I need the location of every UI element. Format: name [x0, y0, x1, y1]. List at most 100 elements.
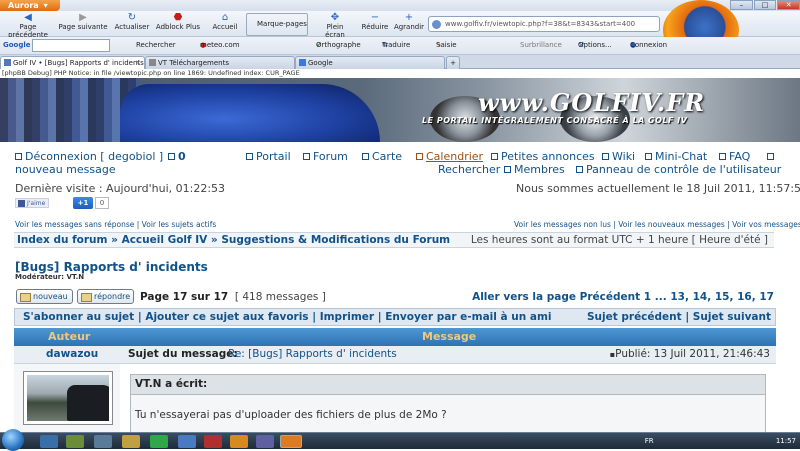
- minimize-button[interactable]: –: [730, 0, 753, 10]
- site-banner: www.GOLFIV.FR LE PORTAIL INTÉGRALEMENT C…: [0, 78, 800, 142]
- nav-petites-annonces[interactable]: Petites annonces: [491, 150, 595, 163]
- fullscreen-icon: ✥: [330, 12, 340, 23]
- back-arrow-icon: ◀: [24, 12, 32, 23]
- new-topic-button[interactable]: nouveau: [16, 289, 73, 304]
- back-button[interactable]: ◀ Page précédente: [2, 12, 54, 40]
- facebook-like-button[interactable]: J'aime: [15, 198, 49, 208]
- quote-block: VT.N a écrit: Tu n'essayerai pas d'uploa…: [130, 374, 766, 434]
- reply-button[interactable]: répondre: [77, 289, 134, 304]
- tab-golfiv[interactable]: Golf IV • [Bugs] Rapports d' incidents .…: [0, 56, 145, 69]
- nav-carte[interactable]: Carte: [362, 150, 402, 163]
- taskbar-firefox-icon[interactable]: [280, 435, 302, 448]
- subject-label: Sujet du message:: [128, 348, 238, 360]
- nav-portail[interactable]: Portail: [246, 150, 291, 163]
- maximize-window-button[interactable]: + Agrandir: [392, 13, 426, 36]
- last-visit: Dernière visite : Aujourd'hui, 01:22:53: [15, 182, 226, 195]
- nav-membres[interactable]: Membres: [504, 163, 565, 176]
- home-icon: ⌂: [221, 12, 229, 23]
- posts-table-header: Auteur Message: [14, 328, 776, 346]
- current-time: Nous sommes actuellement le 18 Juil 2011…: [516, 182, 800, 195]
- taskbar-whatsapp-icon[interactable]: [150, 435, 168, 448]
- rechercher-button[interactable]: Rechercher: [136, 37, 176, 54]
- taskbar-media-icon[interactable]: [204, 435, 222, 448]
- tab-telechargements[interactable]: VT Téléchargements: [145, 56, 295, 69]
- clock[interactable]: 11:57: [776, 437, 796, 445]
- post-author[interactable]: dawazou: [46, 346, 98, 363]
- author-avatar[interactable]: [24, 372, 112, 424]
- bookmarks-button[interactable]: Marque-pages ▾: [246, 13, 308, 48]
- tab-bar: Golf IV • [Bugs] Rapports d' incidents .…: [0, 55, 800, 69]
- topic-actions-right[interactable]: Sujet précédent | Sujet suivant: [587, 309, 771, 325]
- close-button[interactable]: ✕: [777, 0, 800, 10]
- post-header-row: dawazou Sujet du message: Re: [Bugs] Rap…: [14, 346, 776, 364]
- plus-one-count: 0: [95, 197, 109, 209]
- windows-taskbar: FR 11:57: [0, 429, 800, 451]
- nav-calendrier[interactable]: Calendrier: [416, 150, 483, 163]
- pagination[interactable]: Aller vers la page Précédent 1 ... 13, 1…: [472, 291, 774, 303]
- new-tab-button[interactable]: +: [446, 56, 460, 69]
- fullscreen-button[interactable]: ✥ Plein écran: [316, 12, 354, 40]
- nav-panneau-controle[interactable]: Panneau de contrôle de l'utilisateur: [576, 163, 781, 176]
- reload-button[interactable]: ↻ Actualiser: [113, 13, 151, 36]
- breadcrumb-path[interactable]: Index du forum » Accueil Golf IV » Sugge…: [17, 234, 450, 246]
- close-tab-icon[interactable]: ✕: [135, 57, 141, 69]
- tab-google[interactable]: Google: [295, 56, 445, 69]
- php-debug-notice: [phpBB Debug] PHP Notice: in file /viewt…: [0, 69, 800, 78]
- nav-forum[interactable]: Forum: [303, 150, 348, 163]
- author-panel: [14, 364, 120, 432]
- pm-count[interactable]: 0: [168, 150, 186, 163]
- faq-icon: [719, 153, 726, 160]
- taskbar-ie-icon[interactable]: [40, 435, 58, 448]
- taskbar-user-icon[interactable]: [178, 435, 196, 448]
- google-search-input[interactable]: [32, 39, 110, 52]
- vt-tab-icon: [149, 59, 156, 66]
- forum-content: Déconnexion [ degobiol ] 0 nouveau messa…: [0, 142, 800, 434]
- home-button[interactable]: ⌂ Accueil: [208, 13, 242, 36]
- adblock-button[interactable]: ⬣ Adblock Plus: [155, 13, 201, 36]
- plus-icon: +: [404, 12, 414, 23]
- google-logo: Google: [3, 41, 31, 49]
- chat-icon: [645, 153, 652, 160]
- col-message: Message: [422, 330, 477, 343]
- nav-minichat[interactable]: Mini-Chat: [645, 150, 707, 163]
- site-slogan: LE PORTAIL INTÉGRALEMENT CONSACRÉ À LA G…: [422, 116, 688, 125]
- taskbar-app-icon[interactable]: [230, 435, 248, 448]
- logout-link[interactable]: Déconnexion [ degobiol ]: [15, 150, 163, 163]
- url-bar[interactable]: www.golfiv.fr/viewtopic.php?f=38&t=8343&…: [428, 16, 660, 32]
- aurora-menu-button[interactable]: Aurora: [0, 0, 60, 11]
- start-button[interactable]: [2, 429, 24, 451]
- system-tray: FR 11:57: [645, 433, 796, 450]
- site-favicon-icon: [432, 20, 441, 29]
- taskbar-network-icon[interactable]: [94, 435, 112, 448]
- minimize-window-button[interactable]: − Réduire: [358, 13, 392, 36]
- topic-actions-left[interactable]: S'abonner au sujet | Ajouter ce sujet au…: [23, 311, 552, 323]
- quote-header: VT.N a écrit:: [131, 375, 765, 395]
- banner-car-image: [120, 84, 380, 142]
- adblock-icon: ⬣: [173, 12, 183, 23]
- post-subject[interactable]: Re: [Bugs] Rapports d' incidents: [228, 346, 397, 363]
- maximize-button[interactable]: □: [753, 0, 777, 10]
- post-body: VT.N a écrit: Tu n'essayerai pas d'uploa…: [120, 364, 776, 434]
- links-right[interactable]: Voir les messages non lus | Voir les nou…: [514, 220, 800, 229]
- nav-faq[interactable]: FAQ: [719, 150, 750, 163]
- site-logo[interactable]: www.GOLFIV.FR: [478, 88, 705, 117]
- google-toolbar: Google Rechercher ● meteo.com : Prévisio…: [0, 37, 800, 100]
- page-info: Page 17 sur 17 [ 418 messages ]: [140, 291, 326, 303]
- forum-icon: [303, 153, 310, 160]
- taskbar-shield-icon[interactable]: [66, 435, 84, 448]
- taskbar-app2-icon[interactable]: [256, 435, 274, 448]
- taskbar-folder-icon[interactable]: [122, 435, 140, 448]
- breadcrumb: Index du forum » Accueil Golf IV » Sugge…: [14, 232, 774, 248]
- nav-rechercher[interactable]: Rechercher: [438, 163, 500, 176]
- language-indicator[interactable]: FR: [645, 437, 654, 445]
- calendar-icon: [416, 153, 423, 160]
- forward-button[interactable]: ▶ Page suivante: [56, 13, 110, 36]
- new-message-link[interactable]: nouveau message: [15, 163, 116, 176]
- logout-icon: [15, 153, 22, 160]
- reload-icon: ↻: [127, 12, 137, 23]
- surbrillance-button[interactable]: Surbrillance: [520, 37, 562, 54]
- nav-wiki[interactable]: Wiki: [602, 150, 635, 163]
- google-plus-one-button[interactable]: +1: [73, 197, 93, 209]
- links-left[interactable]: Voir les messages sans réponse | Voir le…: [15, 220, 216, 229]
- topic-title[interactable]: [Bugs] Rapports d' incidents: [15, 260, 208, 274]
